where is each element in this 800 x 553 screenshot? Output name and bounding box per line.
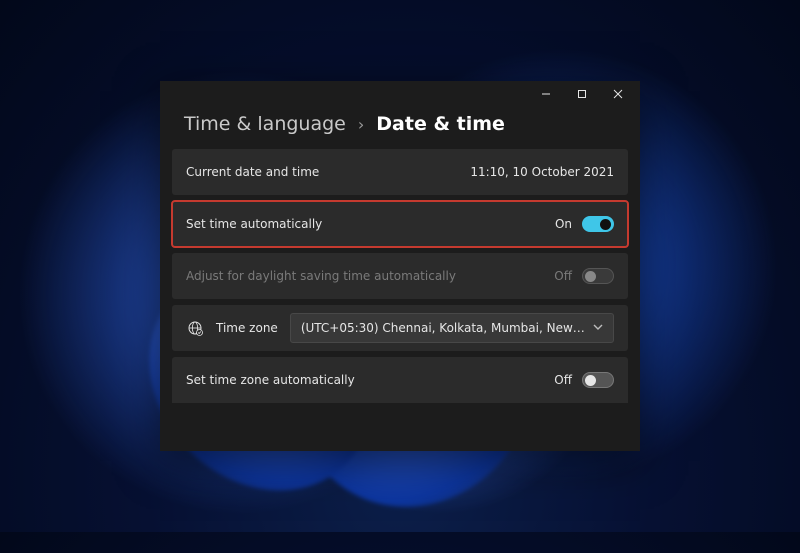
window-titlebar	[160, 81, 640, 107]
dst-state: Off	[554, 269, 572, 283]
breadcrumb-parent[interactable]: Time & language	[184, 113, 346, 135]
maximize-icon	[577, 89, 587, 99]
current-datetime-value: 11:10, 10 October 2021	[470, 165, 614, 179]
close-icon	[613, 89, 623, 99]
settings-panel: Current date and time 11:10, 10 October …	[160, 149, 640, 451]
chevron-down-icon	[593, 321, 603, 335]
set-time-automatically-row[interactable]: Set time automatically On	[172, 201, 628, 247]
chevron-right-icon: ›	[358, 115, 364, 134]
set-time-automatically-label: Set time automatically	[186, 217, 322, 231]
dst-label: Adjust for daylight saving time automati…	[186, 269, 456, 283]
settings-window: Time & language › Date & time Current da…	[160, 81, 640, 451]
globe-icon	[186, 319, 204, 337]
timezone-dropdown[interactable]: (UTC+05:30) Chennai, Kolkata, Mumbai, Ne…	[290, 313, 614, 343]
set-timezone-automatically-row[interactable]: Set time zone automatically Off	[172, 357, 628, 403]
timezone-row: Time zone (UTC+05:30) Chennai, Kolkata, …	[172, 305, 628, 351]
set-time-automatically-toggle[interactable]	[582, 216, 614, 232]
timezone-selected-value: (UTC+05:30) Chennai, Kolkata, Mumbai, Ne…	[301, 321, 585, 335]
current-datetime-row: Current date and time 11:10, 10 October …	[172, 149, 628, 195]
current-datetime-label: Current date and time	[186, 165, 319, 179]
minimize-icon	[541, 89, 551, 99]
dst-row: Adjust for daylight saving time automati…	[172, 253, 628, 299]
set-timezone-automatically-label: Set time zone automatically	[186, 373, 355, 387]
breadcrumb-current: Date & time	[376, 113, 505, 135]
breadcrumb: Time & language › Date & time	[160, 107, 640, 149]
minimize-button[interactable]	[528, 81, 564, 107]
set-timezone-automatically-state: Off	[554, 373, 572, 387]
set-time-automatically-state: On	[555, 217, 572, 231]
close-button[interactable]	[600, 81, 636, 107]
dst-toggle	[582, 268, 614, 284]
timezone-label: Time zone	[216, 321, 278, 335]
set-timezone-automatically-toggle[interactable]	[582, 372, 614, 388]
maximize-button[interactable]	[564, 81, 600, 107]
